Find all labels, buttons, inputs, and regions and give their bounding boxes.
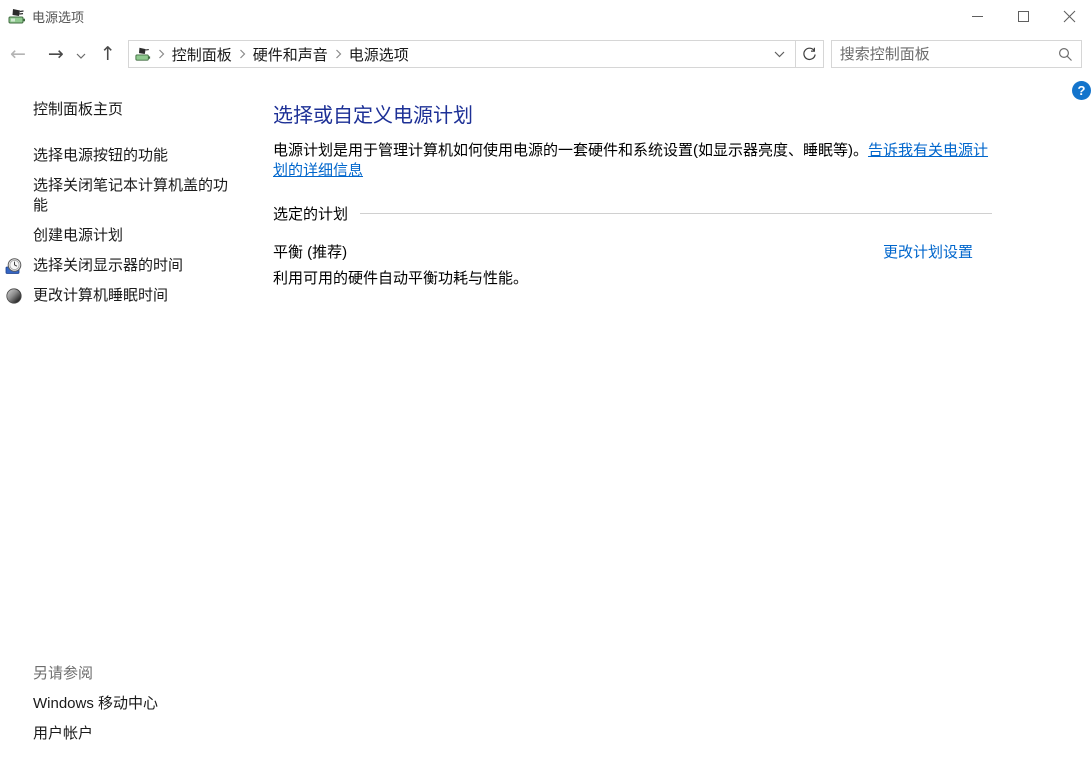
chevron-down-icon bbox=[774, 50, 785, 58]
maximize-icon bbox=[1018, 11, 1029, 22]
sidebar-item-label: 选择关闭显示器的时间 bbox=[33, 257, 183, 274]
forward-icon: → bbox=[48, 43, 64, 65]
search-icon bbox=[1058, 47, 1073, 62]
help-button[interactable]: ? bbox=[1072, 81, 1091, 100]
close-icon bbox=[1063, 10, 1076, 23]
sidebar-item-windows-mobility-center[interactable]: Windows 移动中心 bbox=[0, 694, 158, 714]
breadcrumb-power-options[interactable]: 电源选项 bbox=[349, 44, 409, 65]
window-title: 电源选项 bbox=[32, 7, 84, 26]
up-button[interactable]: ↑ bbox=[100, 45, 116, 64]
intro-paragraph: 电源计划是用于管理计算机如何使用电源的一套硬件和系统设置(如显示器亮度、睡眠等)… bbox=[273, 141, 995, 181]
up-icon: ↑ bbox=[100, 43, 116, 65]
sidebar-item-label: 更改计算机睡眠时间 bbox=[33, 287, 168, 304]
breadcrumb-hardware-sound[interactable]: 硬件和声音 bbox=[253, 44, 328, 65]
power-options-icon-small bbox=[135, 46, 151, 62]
intro-text: 电源计划是用于管理计算机如何使用电源的一套硬件和系统设置(如显示器亮度、睡眠等)… bbox=[273, 142, 868, 159]
chevron-down-icon bbox=[76, 52, 86, 60]
forward-button[interactable]: → bbox=[48, 45, 64, 64]
plan-row: 平衡 (推荐) 更改计划设置 bbox=[273, 241, 973, 262]
plan-description: 利用可用的硬件自动平衡功耗与性能。 bbox=[273, 267, 995, 288]
sidebar-item-user-accounts[interactable]: 用户帐户 bbox=[0, 724, 93, 744]
minimize-icon bbox=[972, 16, 983, 17]
navigation-bar: ← → ↑ 控制面板 硬件和声音 bbox=[0, 32, 1092, 76]
section-label: 选定的计划 bbox=[273, 203, 348, 224]
see-also-header: 另请参阅 bbox=[0, 664, 260, 684]
refresh-button[interactable] bbox=[796, 40, 824, 68]
titlebar: 电源选项 bbox=[0, 0, 1092, 32]
search-button[interactable] bbox=[1051, 41, 1081, 67]
page-title: 选择或自定义电源计划 bbox=[273, 104, 995, 128]
address-dropdown-button[interactable] bbox=[768, 50, 791, 58]
main-area: ? 控制面板主页 选择电源按钮的功能 选择关闭笔记本计算机盖的功能 创建电源计划… bbox=[0, 76, 1092, 770]
close-button[interactable] bbox=[1046, 0, 1092, 32]
sidebar-item-power-button-function[interactable]: 选择电源按钮的功能 bbox=[0, 146, 228, 166]
power-options-window: 电源选项 ← → ↑ bbox=[0, 0, 1092, 770]
address-bar[interactable]: 控制面板 硬件和声音 电源选项 bbox=[128, 40, 796, 68]
sleep-moon-icon bbox=[5, 287, 23, 305]
sidebar-item-lid-close-function[interactable]: 选择关闭笔记本计算机盖的功能 bbox=[0, 176, 228, 216]
see-also-section: 另请参阅 Windows 移动中心 用户帐户 bbox=[0, 664, 260, 754]
section-divider bbox=[360, 213, 992, 214]
window-controls bbox=[954, 0, 1092, 32]
maximize-button[interactable] bbox=[1000, 0, 1046, 32]
sidebar-item-create-power-plan[interactable]: 创建电源计划 bbox=[0, 226, 228, 246]
display-clock-icon bbox=[5, 257, 23, 275]
minimize-button[interactable] bbox=[954, 0, 1000, 32]
change-plan-settings-link[interactable]: 更改计划设置 bbox=[883, 241, 973, 262]
search-input[interactable] bbox=[832, 46, 1051, 63]
content: 选择或自定义电源计划 电源计划是用于管理计算机如何使用电源的一套硬件和系统设置(… bbox=[260, 76, 995, 770]
power-options-icon bbox=[8, 7, 26, 25]
breadcrumb-control-panel[interactable]: 控制面板 bbox=[172, 44, 232, 65]
selected-plan-section-header: 选定的计划 bbox=[273, 203, 992, 224]
breadcrumb-separator-icon bbox=[335, 49, 342, 59]
back-button[interactable]: ← bbox=[10, 45, 26, 64]
sidebar-item-display-off-time[interactable]: 选择关闭显示器的时间 bbox=[0, 256, 228, 276]
back-icon: ← bbox=[10, 43, 26, 65]
help-icon: ? bbox=[1078, 84, 1086, 97]
sidebar: 控制面板主页 选择电源按钮的功能 选择关闭笔记本计算机盖的功能 创建电源计划 选… bbox=[0, 76, 260, 770]
sidebar-item-sleep-time[interactable]: 更改计算机睡眠时间 bbox=[0, 286, 228, 306]
sidebar-item-control-panel-home[interactable]: 控制面板主页 bbox=[0, 100, 260, 120]
breadcrumb-separator-icon bbox=[158, 49, 165, 59]
plan-name: 平衡 (推荐) bbox=[273, 241, 347, 262]
refresh-icon bbox=[802, 47, 817, 62]
recent-pages-button[interactable] bbox=[76, 45, 86, 64]
search-box bbox=[831, 40, 1082, 68]
breadcrumb-separator-icon bbox=[239, 49, 246, 59]
